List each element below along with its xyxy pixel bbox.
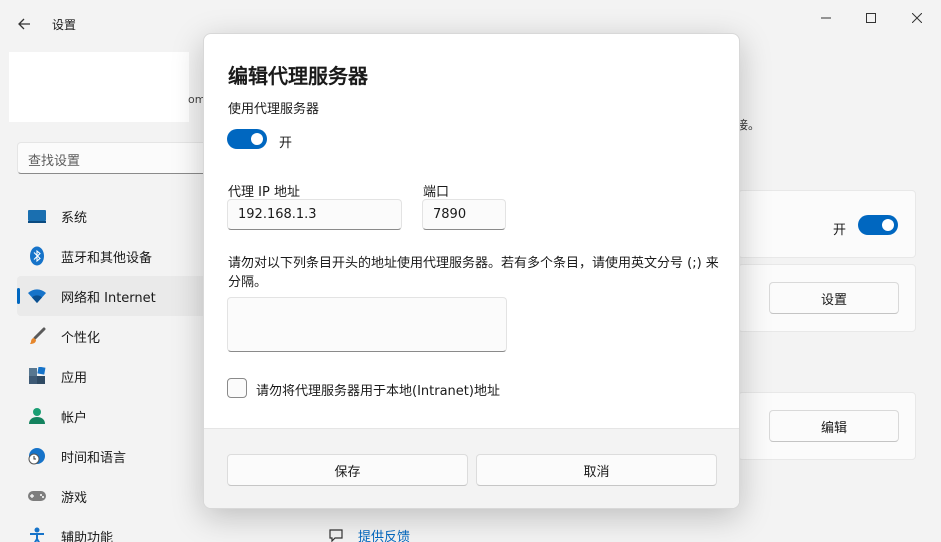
minimize-button[interactable] (803, 6, 849, 30)
auto-detect-toggle[interactable] (858, 215, 898, 235)
search-input[interactable]: 查找设置 (17, 142, 217, 174)
settings-button[interactable]: 设置 (769, 282, 899, 314)
use-proxy-label: 使用代理服务器 (228, 102, 320, 117)
dialog-footer: 保存 取消 (204, 428, 739, 508)
search-placeholder: 查找设置 (28, 154, 81, 169)
sidebar-item-label: 游戏 (61, 490, 88, 506)
account-profile-area (9, 52, 189, 122)
brush-icon (27, 326, 47, 346)
toggle-state-label: 开 (279, 136, 293, 151)
sidebar-item-label: 系统 (61, 210, 88, 226)
sidebar-item-accounts[interactable]: 帐户 (17, 396, 217, 436)
exceptions-description: 请勿对以下列条目开头的地址使用代理服务器。若有多个条目，请使用英文分号 (;) … (228, 256, 719, 290)
arrow-left-icon (18, 18, 30, 30)
sidebar-item-label: 个性化 (61, 330, 101, 346)
sidebar-item-accessibility[interactable]: 辅助功能 (17, 516, 217, 542)
cancel-button[interactable]: 取消 (476, 454, 717, 486)
use-proxy-toggle[interactable] (227, 129, 267, 149)
feedback-icon (329, 528, 343, 542)
port-input[interactable] (422, 199, 506, 230)
sidebar-item-bluetooth[interactable]: 蓝牙和其他设备 (17, 236, 217, 276)
sidebar-item-gaming[interactable]: 游戏 (17, 476, 217, 516)
window-title: 设置 (52, 18, 77, 32)
apps-icon (27, 366, 47, 386)
account-icon (27, 406, 47, 426)
gamepad-icon (27, 486, 47, 506)
sidebar-item-personalization[interactable]: 个性化 (17, 316, 217, 356)
feedback-label: 提供反馈 (358, 530, 411, 542)
toggle-knob (251, 133, 263, 145)
back-button[interactable] (14, 14, 34, 34)
save-button[interactable]: 保存 (227, 454, 468, 486)
close-icon (912, 13, 922, 23)
edit-proxy-dialog: 编辑代理服务器 使用代理服务器 开 代理 IP 地址 端口 请勿对以下列条目开头… (203, 33, 740, 509)
proxy-ip-label: 代理 IP 地址 (228, 185, 300, 200)
wifi-icon (27, 286, 47, 306)
sidebar-item-label: 帐户 (61, 410, 88, 426)
dialog-title: 编辑代理服务器 (228, 64, 368, 88)
sidebar-item-time-language[interactable]: 时间和语言 (17, 436, 217, 476)
edit-button[interactable]: 编辑 (769, 410, 899, 442)
sidebar-item-label: 应用 (61, 370, 88, 386)
bluetooth-icon (27, 246, 47, 266)
feedback-link[interactable]: 提供反馈 (328, 526, 410, 542)
sidebar-item-label: 蓝牙和其他设备 (61, 250, 153, 266)
exceptions-textarea[interactable] (227, 297, 507, 352)
accessibility-icon (27, 526, 47, 542)
maximize-button[interactable] (848, 6, 894, 30)
sidebar-item-label: 辅助功能 (61, 530, 114, 542)
proxy-ip-input[interactable] (227, 199, 402, 230)
minimize-icon (821, 17, 831, 19)
local-address-checkbox-label: 请勿将代理服务器用于本地(Intranet)地址 (256, 384, 500, 399)
sidebar-item-apps[interactable]: 应用 (17, 356, 217, 396)
local-address-checkbox[interactable] (227, 378, 247, 398)
maximize-icon (866, 13, 876, 23)
time-language-icon (27, 446, 47, 466)
sidebar-nav: 系统 蓝牙和其他设备 网络和 Internet 个性化 应用 帐户 时间和语言 … (17, 196, 217, 542)
sidebar-item-label: 时间和语言 (61, 450, 127, 466)
toggle-knob (882, 219, 894, 231)
sidebar-item-label: 网络和 Internet (61, 290, 156, 306)
sidebar-item-network[interactable]: 网络和 Internet (17, 276, 217, 316)
sidebar-item-system[interactable]: 系统 (17, 196, 217, 236)
port-label: 端口 (423, 185, 450, 200)
close-button[interactable] (894, 6, 940, 30)
system-icon (27, 206, 47, 226)
auto-detect-toggle-label: 开 (833, 223, 847, 238)
